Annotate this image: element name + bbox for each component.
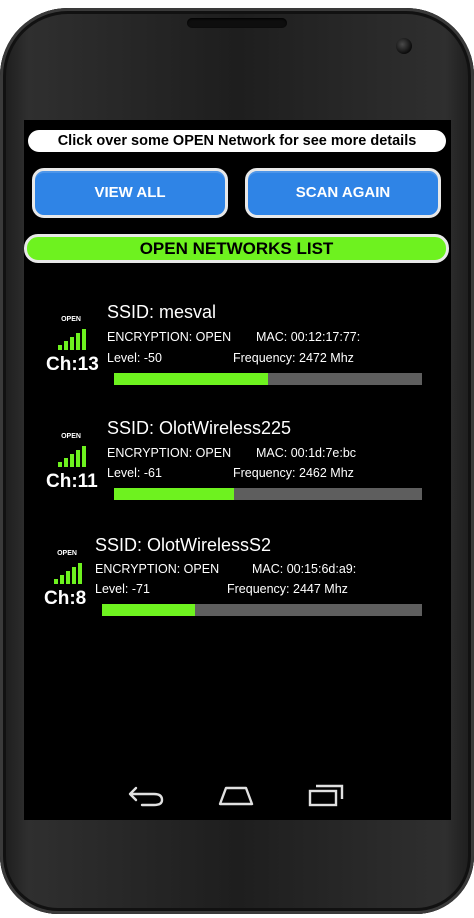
encryption-label: ENCRYPTION: OPEN [107,446,232,460]
open-badge: OPEN [61,433,81,440]
wifi-signal-icon [58,326,88,350]
recents-icon[interactable] [306,782,346,808]
list-title: OPEN NETWORKS LIST [24,234,449,263]
channel-label: Ch:8 [44,588,87,609]
front-camera [396,38,412,54]
home-icon[interactable] [216,782,256,808]
speaker-grille [187,18,287,28]
hint-banner: Click over some OPEN Network for see mor… [28,130,446,152]
ssid-label: SSID: mesval [107,302,217,322]
mac-label: MAC: 00:15:6d:a9: [252,562,357,576]
screen: Click over some OPEN Network for see mor… [24,120,451,820]
open-badge: OPEN [61,316,81,323]
signal-bar-fill [114,373,268,385]
network-item[interactable]: OPEN Ch:13 SSID: mesval ENCRYPTION: OPEN… [24,298,451,398]
encryption-label: ENCRYPTION: OPEN [107,330,232,344]
ssid-label: SSID: OlotWireless225 [107,418,292,438]
frequency-label: Frequency: 2447 Mhz [227,582,348,596]
wifi-signal-icon [54,560,84,584]
signal-bar [114,488,422,500]
wifi-signal-icon [58,443,88,467]
phone-frame: Click over some OPEN Network for see mor… [0,8,474,914]
open-badge: OPEN [57,550,77,557]
signal-indicator: OPEN Ch:11 [46,433,106,503]
signal-bar [102,604,422,616]
level-label: Level: -50 [107,351,162,365]
view-all-button[interactable]: VIEW ALL [32,168,228,218]
back-icon[interactable] [126,782,166,808]
channel-label: Ch:11 [46,471,98,492]
frequency-label: Frequency: 2462 Mhz [233,466,354,480]
scan-again-button[interactable]: SCAN AGAIN [245,168,441,218]
signal-bar-fill [114,488,235,500]
navigation-bar [24,772,451,820]
encryption-label: ENCRYPTION: OPEN [95,562,220,576]
channel-label: Ch:13 [46,354,99,375]
mac-label: MAC: 00:1d:7e:bc [256,446,357,460]
level-label: Level: -71 [95,582,150,596]
network-item[interactable]: OPEN Ch:8 SSID: OlotWirelessS2 ENCRYPTIO… [24,532,451,632]
mac-label: MAC: 00:12:17:77: [256,330,361,344]
signal-indicator: OPEN Ch:13 [46,316,106,386]
level-label: Level: -61 [107,466,162,480]
network-item[interactable]: OPEN Ch:11 SSID: OlotWireless225 ENCRYPT… [24,415,451,515]
frequency-label: Frequency: 2472 Mhz [233,351,354,365]
signal-bar-fill [102,604,195,616]
signal-bar [114,373,422,385]
ssid-label: SSID: OlotWirelessS2 [95,535,272,555]
